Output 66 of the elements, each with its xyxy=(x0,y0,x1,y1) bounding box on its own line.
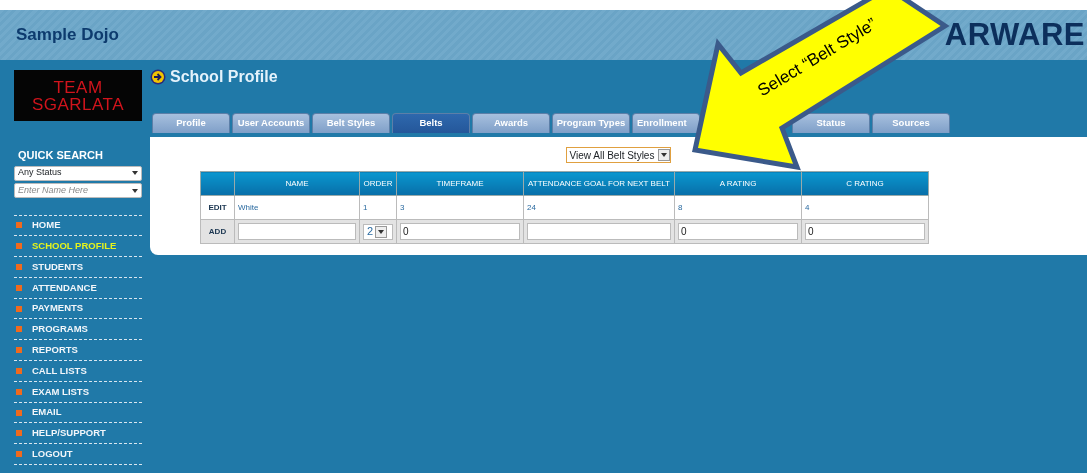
status-select[interactable]: Any Status xyxy=(14,165,142,181)
bullet-icon xyxy=(16,222,22,229)
table-cell: 24 xyxy=(523,195,675,220)
bullet-icon xyxy=(16,347,22,354)
bullet-icon xyxy=(16,305,22,312)
tab[interactable]: Status xyxy=(792,113,870,133)
input-field[interactable]: 0 xyxy=(805,223,925,240)
logo-text: SGARLATA xyxy=(31,95,125,113)
tab[interactable]: Sources xyxy=(872,113,950,133)
tab[interactable]: Belt Styles xyxy=(312,113,390,133)
sidebar-item[interactable]: EXAM LISTS xyxy=(14,381,142,403)
column-header: C RATING xyxy=(801,171,929,196)
school-name: Sample Dojo xyxy=(16,24,119,47)
sidebar-item[interactable]: STUDENTS xyxy=(14,257,142,278)
add-link[interactable]: ADD xyxy=(200,219,235,244)
bullet-icon xyxy=(16,409,22,416)
bullet-icon xyxy=(16,367,22,374)
sidebar-item[interactable]: SCHOOL PROFILE xyxy=(14,236,142,258)
page-title: School Profile xyxy=(170,67,278,87)
quick-search-title: QUICK SEARCH xyxy=(18,148,104,163)
table-cell: 1 xyxy=(359,195,397,220)
bullet-icon xyxy=(16,451,22,458)
table-cell: White xyxy=(234,195,360,220)
input-field[interactable] xyxy=(527,223,671,240)
bullet-icon xyxy=(16,243,22,250)
caret-icon xyxy=(132,171,138,175)
tab[interactable]: User Accounts xyxy=(232,113,310,133)
column-header: ATTENDANCE GOAL FOR NEXT BELT xyxy=(523,171,675,196)
sidebar-item[interactable]: PAYMENTS xyxy=(14,298,142,320)
tab[interactable]: Awards xyxy=(472,113,550,133)
table-cell: 3 xyxy=(396,195,524,220)
caret-icon xyxy=(375,225,388,238)
column-header: ORDER xyxy=(359,171,397,196)
sidebar-item[interactable]: HOME xyxy=(14,215,142,237)
sidebar-item[interactable]: ATTENDANCE xyxy=(14,277,142,299)
bullet-icon xyxy=(16,284,22,291)
arrow-icon xyxy=(150,69,166,85)
table-header xyxy=(200,171,235,196)
input-field[interactable] xyxy=(238,223,356,240)
caret-icon xyxy=(132,188,138,193)
table-cell: 8 xyxy=(674,195,802,220)
table-cell: 4 xyxy=(801,195,929,220)
order-select[interactable]: 2 xyxy=(363,223,393,240)
input-field[interactable]: 0 xyxy=(678,223,798,240)
sidebar-item[interactable]: PROGRAMS xyxy=(14,319,142,341)
name-search-field[interactable]: Enter Name Here xyxy=(14,182,142,198)
belt-style-select[interactable]: View All Belt Styles xyxy=(565,147,672,163)
edit-link[interactable]: EDIT xyxy=(200,195,235,220)
bullet-icon xyxy=(16,326,22,333)
bullet-icon xyxy=(16,388,22,395)
sidebar-item[interactable]: REPORTS xyxy=(14,340,142,362)
tab[interactable]: Belts xyxy=(392,113,470,133)
bullet-icon xyxy=(16,264,22,270)
sidebar-item[interactable]: CALL LISTS xyxy=(14,361,142,382)
sidebar-item[interactable]: LOGOUT xyxy=(14,444,142,466)
tab[interactable]: Program Types xyxy=(552,113,630,133)
column-header: A RATING xyxy=(674,171,802,196)
column-header: TIMEFRAME xyxy=(396,171,524,196)
bullet-icon xyxy=(16,430,22,437)
tab[interactable]: Enrollment xyxy=(632,113,700,133)
sidebar-item[interactable]: HELP/SUPPORT xyxy=(14,423,142,445)
brand-name: ARWARE xyxy=(944,15,1085,54)
sidebar-item[interactable]: EMAIL xyxy=(14,402,142,424)
column-header: NAME xyxy=(234,171,360,196)
input-field[interactable]: 0 xyxy=(400,223,520,240)
logo-text: TEAM xyxy=(53,78,103,96)
